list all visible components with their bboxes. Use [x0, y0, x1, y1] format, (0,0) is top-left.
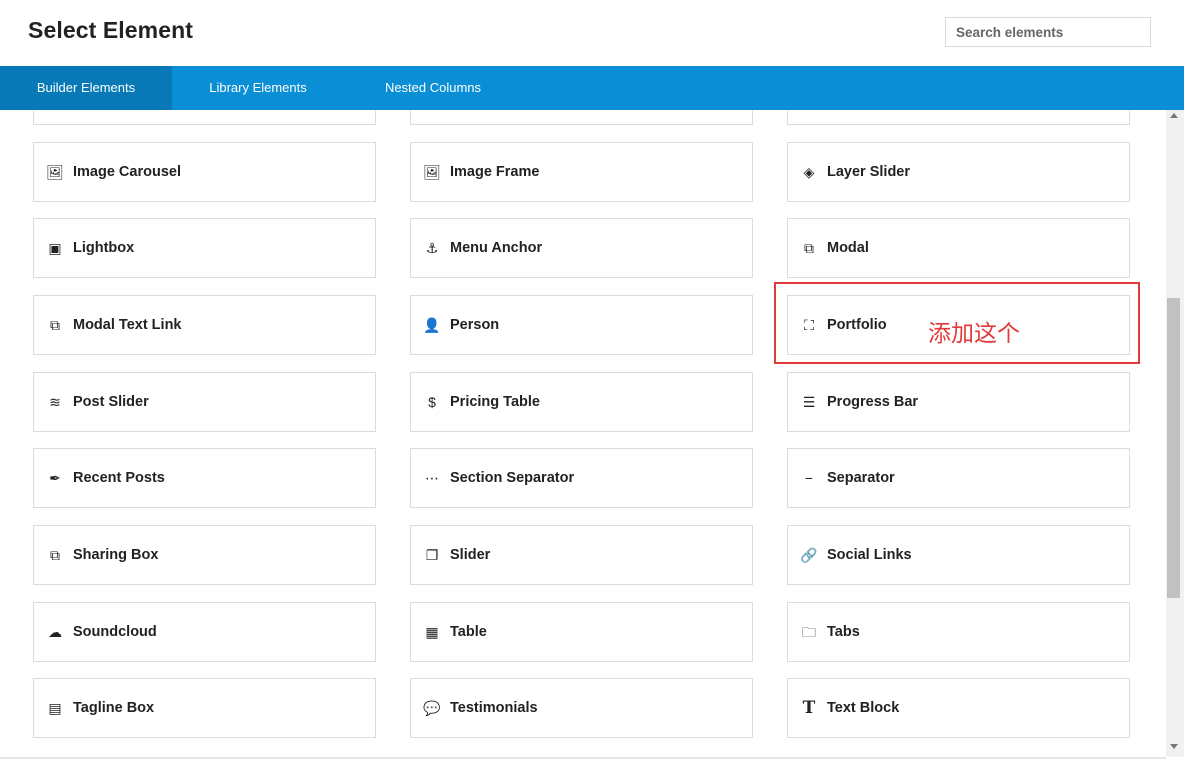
element-card-soundcloud[interactable]: ☁ Soundcloud [33, 602, 376, 662]
element-card-person[interactable]: 👤 Person [410, 295, 753, 355]
minus-icon: − [804, 470, 814, 486]
person-icon: 👤 [423, 317, 441, 333]
tab-bar: Builder Elements Library Elements Nested… [0, 66, 1184, 120]
portfolio-icon: ⛶ [804, 317, 814, 333]
annotation-text: 添加这个 [928, 321, 1020, 347]
element-card-separator[interactable]: − Separator [787, 448, 1130, 508]
element-card-tagline-box[interactable]: ▤ Tagline Box [33, 678, 376, 738]
element-card-partial[interactable] [787, 110, 1130, 125]
element-label: Layer Slider [827, 164, 911, 180]
page-title: Select Element [28, 17, 194, 43]
soundcloud-icon: ☁ [48, 624, 62, 640]
external-link-icon: ⧉ [804, 240, 814, 256]
element-card-image-carousel[interactable]: 🖼 Image Carousel [33, 142, 376, 202]
element-label: Pricing Table [450, 394, 540, 410]
text-icon: T [802, 698, 816, 718]
element-label: Sharing Box [73, 547, 159, 563]
element-card-partial[interactable] [33, 110, 376, 125]
element-card-modal[interactable]: ⧉ Modal [787, 218, 1130, 278]
element-label: Social Links [827, 547, 912, 563]
progress-bar-icon: ☰ [802, 394, 816, 410]
image-icon: 🖼 [46, 164, 64, 180]
element-card-layer-slider[interactable]: ◈ Layer Slider [787, 142, 1130, 202]
modal-header: Select Element [0, 0, 1184, 66]
element-card-table[interactable]: ▦ Table [410, 602, 753, 662]
element-label: Lightbox [73, 240, 135, 256]
element-card-slider[interactable]: ❐ Slider [410, 525, 753, 585]
link-icon: 🔗 [800, 547, 818, 563]
element-card-pricing-table[interactable]: $ Pricing Table [410, 372, 753, 432]
element-label: Table [450, 624, 487, 640]
element-card-social-links[interactable]: 🔗 Social Links [787, 525, 1130, 585]
layers-icon: ◈ [803, 164, 815, 180]
element-card-recent-posts[interactable]: ✒ Recent Posts [33, 448, 376, 508]
elements-grid: 🖼 Image Carousel 🖼 Image Frame ◈ Layer S… [0, 110, 1166, 757]
element-label: Soundcloud [73, 624, 157, 640]
element-label: Person [450, 317, 500, 333]
element-label: Recent Posts [73, 470, 165, 486]
element-label: Portfolio [827, 317, 887, 333]
scroll-up-arrow-icon[interactable] [1170, 113, 1178, 118]
search-input[interactable] [945, 17, 1151, 47]
element-label: Image Carousel [73, 164, 181, 180]
element-card-image-frame[interactable]: 🖼 Image Frame [410, 142, 753, 202]
element-label: Menu Anchor [450, 240, 543, 256]
tab-nested-columns[interactable]: Nested Columns [344, 66, 522, 110]
element-card-post-slider[interactable]: ≋ Post Slider [33, 372, 376, 432]
tab-library-elements[interactable]: Library Elements [172, 66, 344, 110]
element-card-section-separator[interactable]: ⋯ Section Separator [410, 448, 753, 508]
element-card-menu-anchor[interactable]: ⚓ Menu Anchor [410, 218, 753, 278]
folder-icon: 🗀 [802, 624, 816, 640]
slider-icon: ❐ [425, 547, 439, 563]
element-card-progress-bar[interactable]: ☰ Progress Bar [787, 372, 1130, 432]
tagline-icon: ▤ [48, 700, 62, 716]
dollar-icon: $ [428, 394, 436, 410]
element-label: Section Separator [450, 470, 575, 486]
element-card-partial[interactable] [410, 110, 753, 125]
element-card-text-block[interactable]: T Text Block [787, 678, 1130, 738]
table-icon: ▦ [425, 624, 439, 640]
vertical-scrollbar[interactable] [1166, 110, 1184, 757]
scroll-down-arrow-icon[interactable] [1170, 744, 1178, 749]
image-icon: 🖼 [423, 164, 441, 180]
element-label: Image Frame [450, 164, 540, 180]
chat-icon: 💬 [423, 700, 441, 716]
element-label: Modal [827, 240, 869, 256]
scroll-thumb[interactable] [1167, 298, 1180, 598]
element-card-modal-text-link[interactable]: ⧉ Modal Text Link [33, 295, 376, 355]
ellipsis-icon: ⋯ [425, 470, 439, 486]
external-link-icon: ⧉ [50, 317, 60, 333]
element-label: Testimonials [450, 700, 538, 716]
element-card-sharing-box[interactable]: ⧉ Sharing Box [33, 525, 376, 585]
share-icon: ⧉ [50, 547, 60, 563]
element-card-lightbox[interactable]: ▣ Lightbox [33, 218, 376, 278]
anchor-icon: ⚓ [425, 240, 439, 256]
lightbox-icon: ▣ [48, 240, 62, 256]
element-label: Progress Bar [827, 394, 919, 410]
element-label: Modal Text Link [73, 317, 182, 333]
element-label: Tabs [827, 624, 860, 640]
element-label: Tagline Box [73, 700, 155, 716]
element-card-testimonials[interactable]: 💬 Testimonials [410, 678, 753, 738]
element-card-tabs[interactable]: 🗀 Tabs [787, 602, 1130, 662]
tab-builder-elements[interactable]: Builder Elements [0, 66, 172, 120]
element-label: Slider [450, 547, 491, 563]
element-label: Post Slider [73, 394, 149, 410]
post-slider-icon: ≋ [49, 394, 61, 410]
element-label: Separator [827, 470, 895, 486]
feather-icon: ✒ [49, 470, 61, 486]
element-label: Text Block [827, 700, 900, 716]
